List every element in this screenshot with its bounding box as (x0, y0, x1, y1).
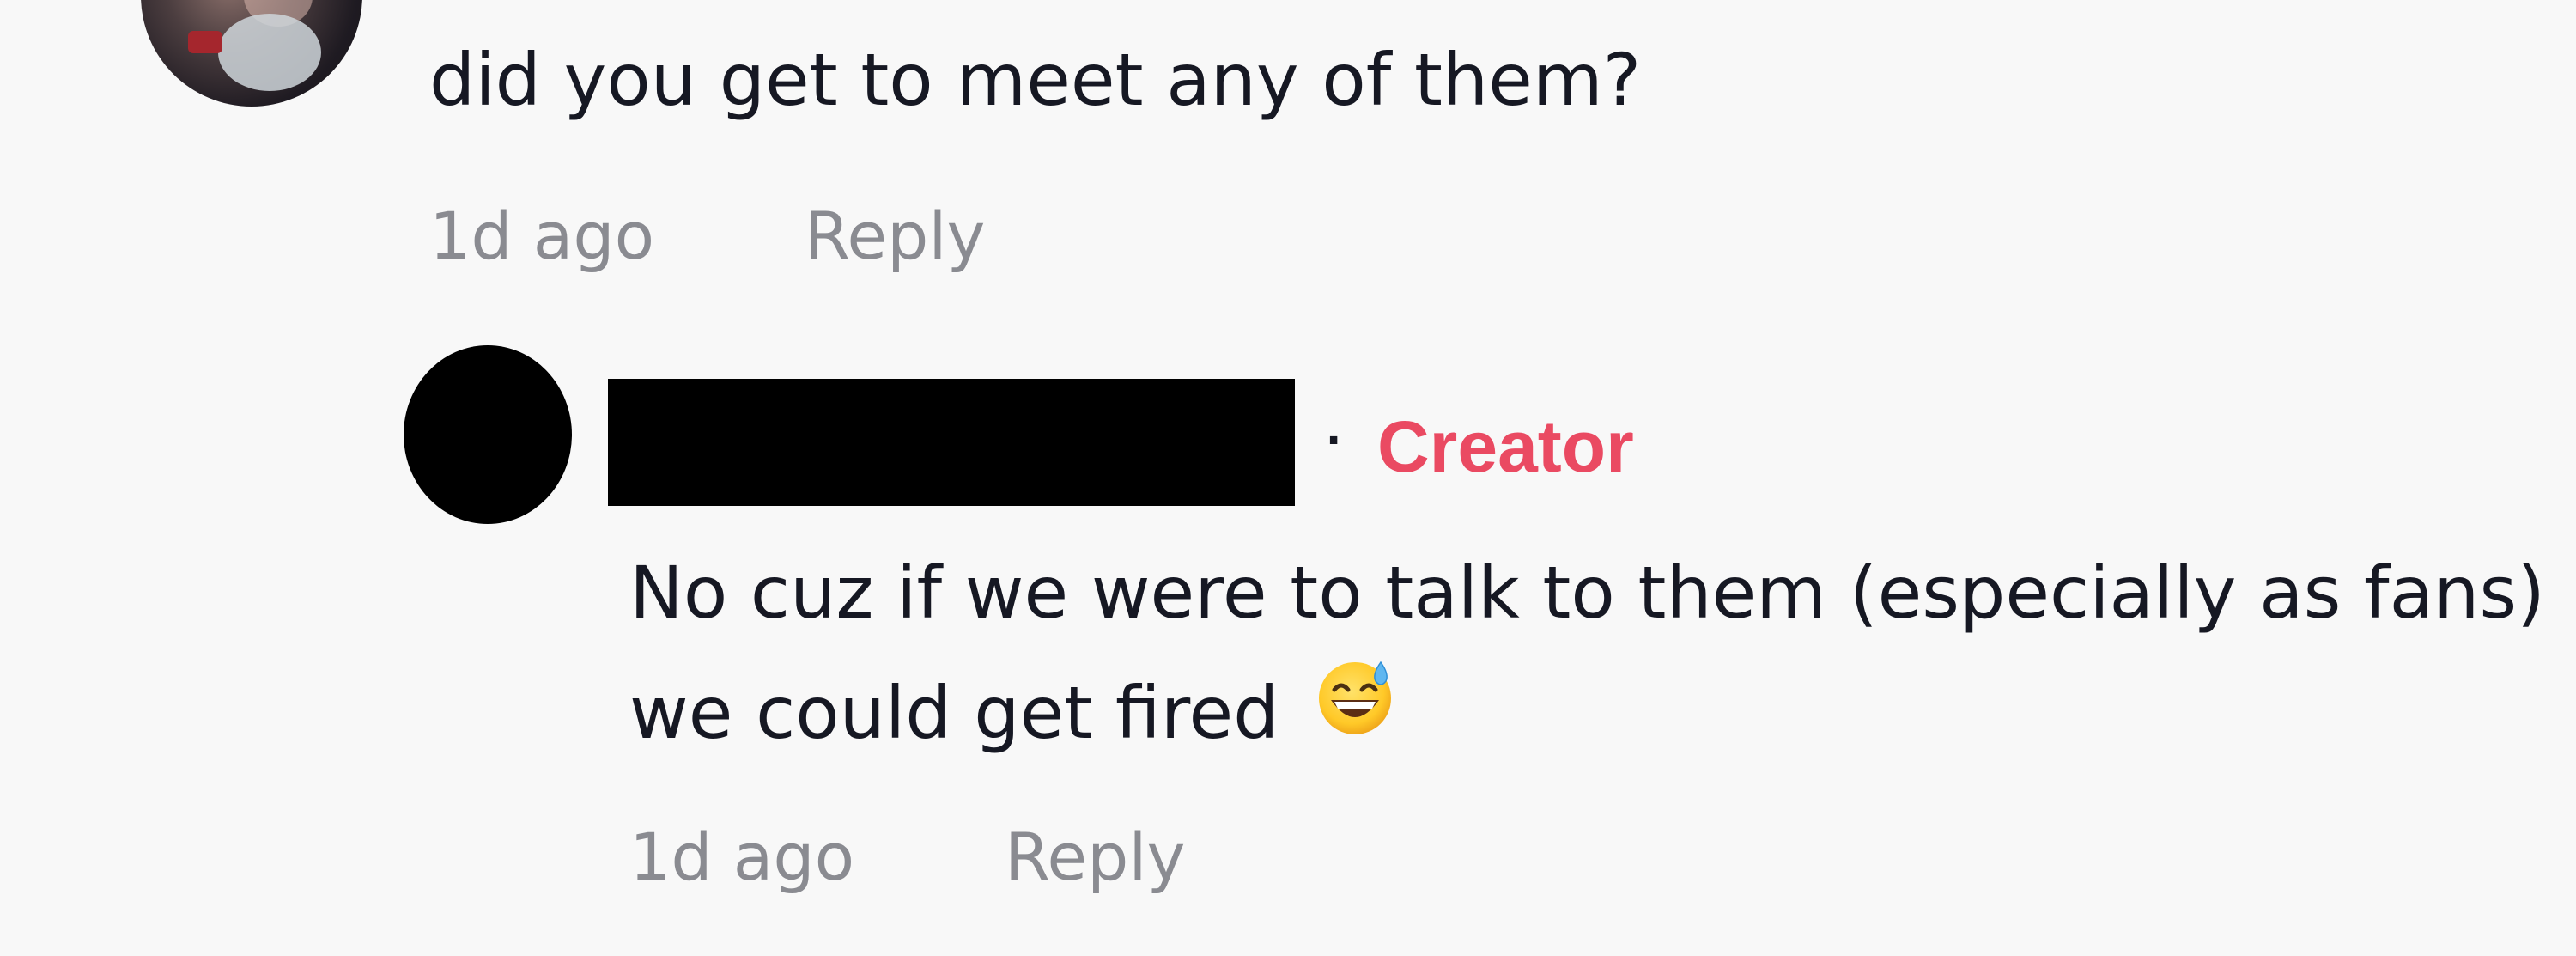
separator-dot: · (1326, 417, 1342, 465)
comment-timestamp: 1d ago (629, 819, 855, 895)
avatar[interactable] (141, 0, 362, 107)
reply-button[interactable]: Reply (805, 198, 985, 275)
comment-text-container: No cuz if we were to talk to them (espec… (629, 533, 2553, 773)
comments-section: did you get to meet any of them? 1d ago … (0, 0, 2576, 956)
comment-timestamp: 1d ago (429, 198, 655, 274)
redacted-username (608, 379, 1295, 506)
reply-button[interactable]: Reply (1005, 819, 1185, 896)
creator-badge: Creator (1377, 406, 1634, 487)
grinning-face-with-sweat-icon (1314, 653, 1396, 773)
avatar[interactable] (404, 345, 572, 524)
comment-text: No cuz if we were to talk to them (espec… (629, 551, 2545, 755)
comment-text: did you get to meet any of them? (429, 38, 1642, 122)
